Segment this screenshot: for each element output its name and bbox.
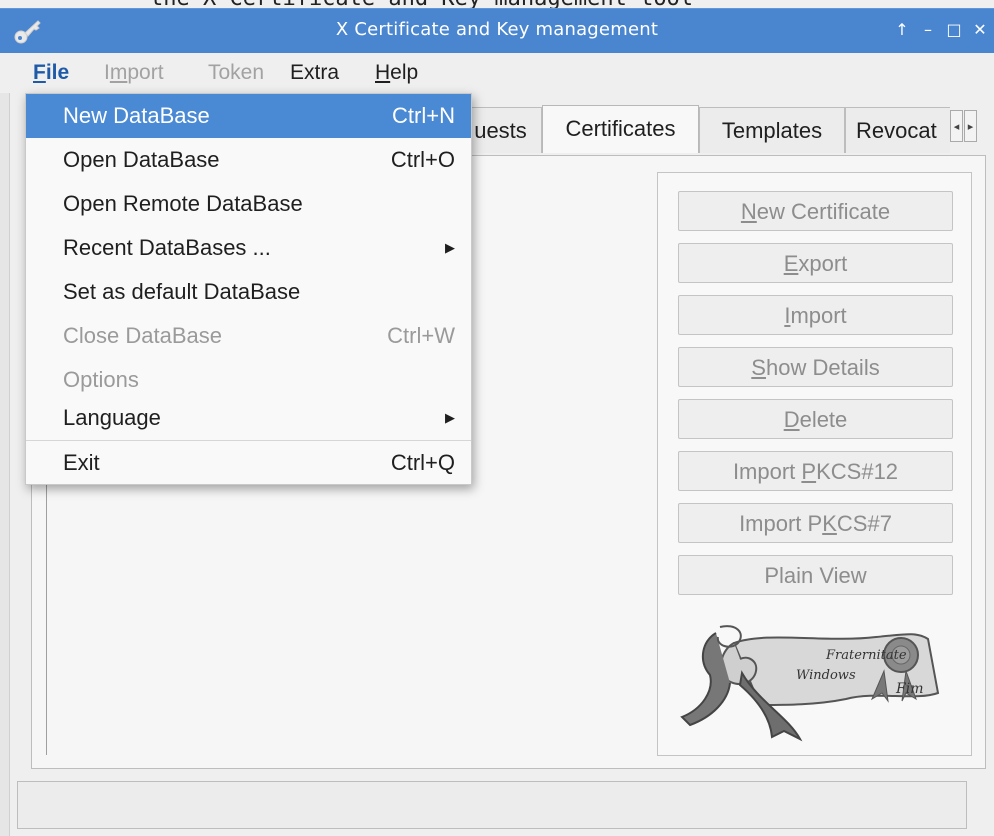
show-details-button[interactable]: Show Details — [678, 347, 953, 387]
import-pkcs12-button[interactable]: Import PKCS#12 — [678, 451, 953, 491]
menu-item-label: Open Remote DataBase — [63, 191, 303, 216]
action-buttons: New Certificate Export Import Show Detai… — [657, 172, 972, 756]
menu-item-open-database[interactable]: Open DataBase Ctrl+O — [26, 138, 471, 182]
menu-extra[interactable]: Extra — [288, 59, 341, 87]
plain-view-button[interactable]: Plain View — [678, 555, 953, 595]
tab-scroll-right-icon[interactable]: ▸ — [964, 110, 977, 142]
menu-item-shortcut: Ctrl+Q — [390, 450, 455, 475]
delete-button[interactable]: Delete — [678, 399, 953, 439]
close-icon[interactable]: ✕ — [972, 20, 988, 39]
scroll-seal-logo: Fraternitate Windows Fim — [680, 625, 940, 742]
menu-item-recent-databases[interactable]: Recent DataBases ... ▶ — [26, 226, 471, 270]
menu-item-label: Recent DataBases ... — [63, 235, 271, 260]
window-title: X Certificate and Key management — [335, 19, 659, 40]
tab-revocation[interactable]: Revocat — [845, 107, 950, 153]
menu-item-shortcut: Ctrl+O — [390, 147, 455, 172]
tab-scroll-left-icon[interactable]: ◂ — [950, 110, 963, 142]
menu-item-label: New DataBase — [63, 103, 210, 128]
menu-item-shortcut: Ctrl+W — [387, 323, 455, 348]
status-bar — [17, 781, 967, 829]
menu-item-label: Exit — [63, 450, 100, 475]
logo-text-line-2: Windows — [796, 668, 856, 683]
export-button[interactable]: Export — [678, 243, 953, 283]
menu-item-set-default-database[interactable]: Set as default DataBase — [26, 270, 471, 314]
menu-item-close-database[interactable]: Close DataBase Ctrl+W — [26, 314, 471, 358]
import-button[interactable]: Import — [678, 295, 953, 335]
menu-item-label: Set as default DataBase — [63, 279, 301, 304]
submenu-arrow-icon: ▶ — [445, 410, 455, 425]
menu-file[interactable]: File — [31, 59, 71, 87]
menu-item-label: Open DataBase — [63, 147, 220, 172]
submenu-arrow-icon: ▶ — [445, 240, 455, 255]
menu-item-shortcut: Ctrl+N — [392, 103, 455, 128]
menu-item-language[interactable]: Language ▶ — [26, 396, 471, 440]
tab-requests[interactable]: uests — [460, 107, 542, 153]
new-certificate-button[interactable]: New Certificate — [678, 191, 953, 231]
file-menu-dropdown: New DataBase Ctrl+N Open DataBase Ctrl+O… — [25, 93, 472, 485]
title-bar[interactable]: X Certificate and Key management ↑ – □ ✕ — [0, 8, 994, 53]
import-pkcs7-button[interactable]: Import PKCS#7 — [678, 503, 953, 543]
logo-text-line-3: Fim — [895, 681, 923, 697]
menu-item-new-database[interactable]: New DataBase Ctrl+N — [26, 94, 471, 138]
menu-token[interactable]: Token — [206, 59, 266, 87]
menu-item-label: Close DataBase — [63, 323, 222, 348]
tab-certificates[interactable]: Certificates — [542, 105, 699, 153]
tab-templates[interactable]: Templates — [699, 107, 845, 153]
window-left-edge — [0, 53, 10, 836]
minimize-icon[interactable]: – — [920, 20, 936, 39]
menu-help[interactable]: Help — [373, 59, 420, 87]
background-window-text: the X Certificate and Key management too… — [150, 0, 890, 8]
menu-item-label: Language — [63, 405, 161, 430]
menu-bar: File Import Token Extra Help — [0, 53, 994, 93]
maximize-icon[interactable]: □ — [946, 20, 962, 39]
menu-import[interactable]: Import — [102, 59, 166, 87]
menu-item-exit[interactable]: Exit Ctrl+Q — [26, 441, 471, 485]
keep-above-icon[interactable]: ↑ — [894, 20, 910, 39]
window-controls: ↑ – □ ✕ — [894, 20, 988, 39]
menu-item-open-remote-database[interactable]: Open Remote DataBase — [26, 182, 471, 226]
logo-text-line-1: Fraternitate — [825, 648, 907, 663]
